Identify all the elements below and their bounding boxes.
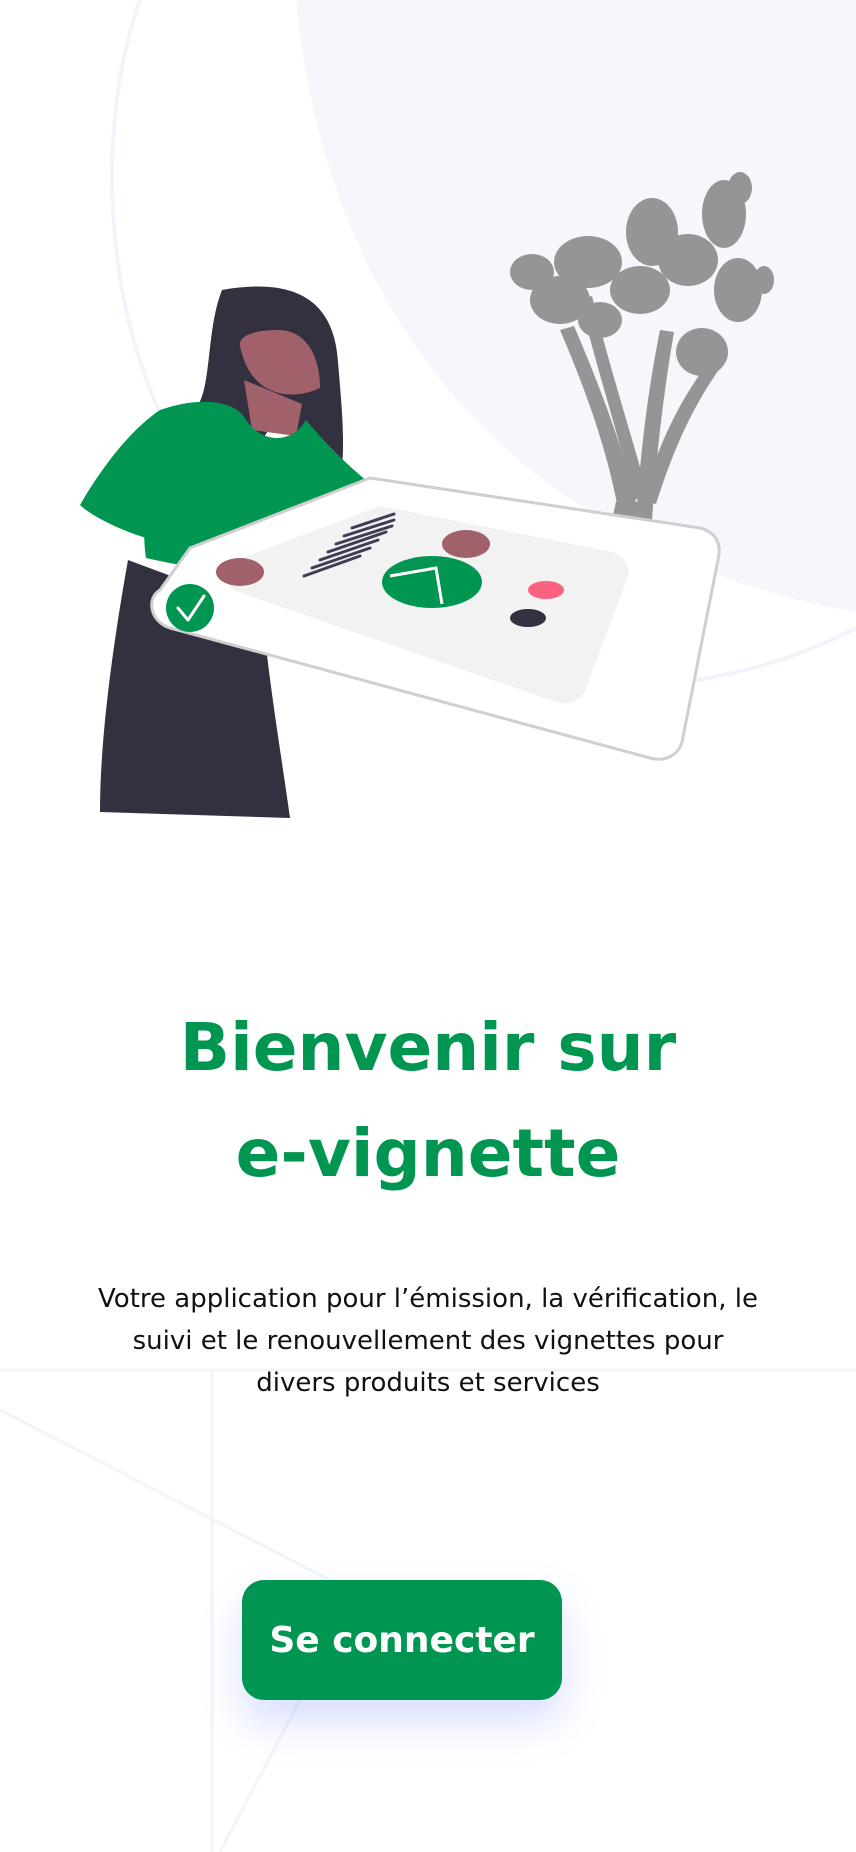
check-icon [166, 584, 214, 632]
plant-icon [510, 172, 774, 520]
welcome-title-line2: e-vignette [235, 1115, 621, 1192]
welcome-description: Votre application pour l’émission, la vé… [98, 1284, 758, 1398]
login-button[interactable]: Se connecter [242, 1580, 562, 1700]
welcome-title: Bienvenir sur e-vignette [0, 995, 856, 1207]
welcome-title-line1: Bienvenir sur [179, 1009, 677, 1086]
woman-presenting-dashboard-illustration [80, 172, 774, 818]
welcome-screen: Bienvenir sur e-vignette Votre applicati… [0, 0, 856, 1852]
pie-chart-icon [382, 556, 482, 608]
